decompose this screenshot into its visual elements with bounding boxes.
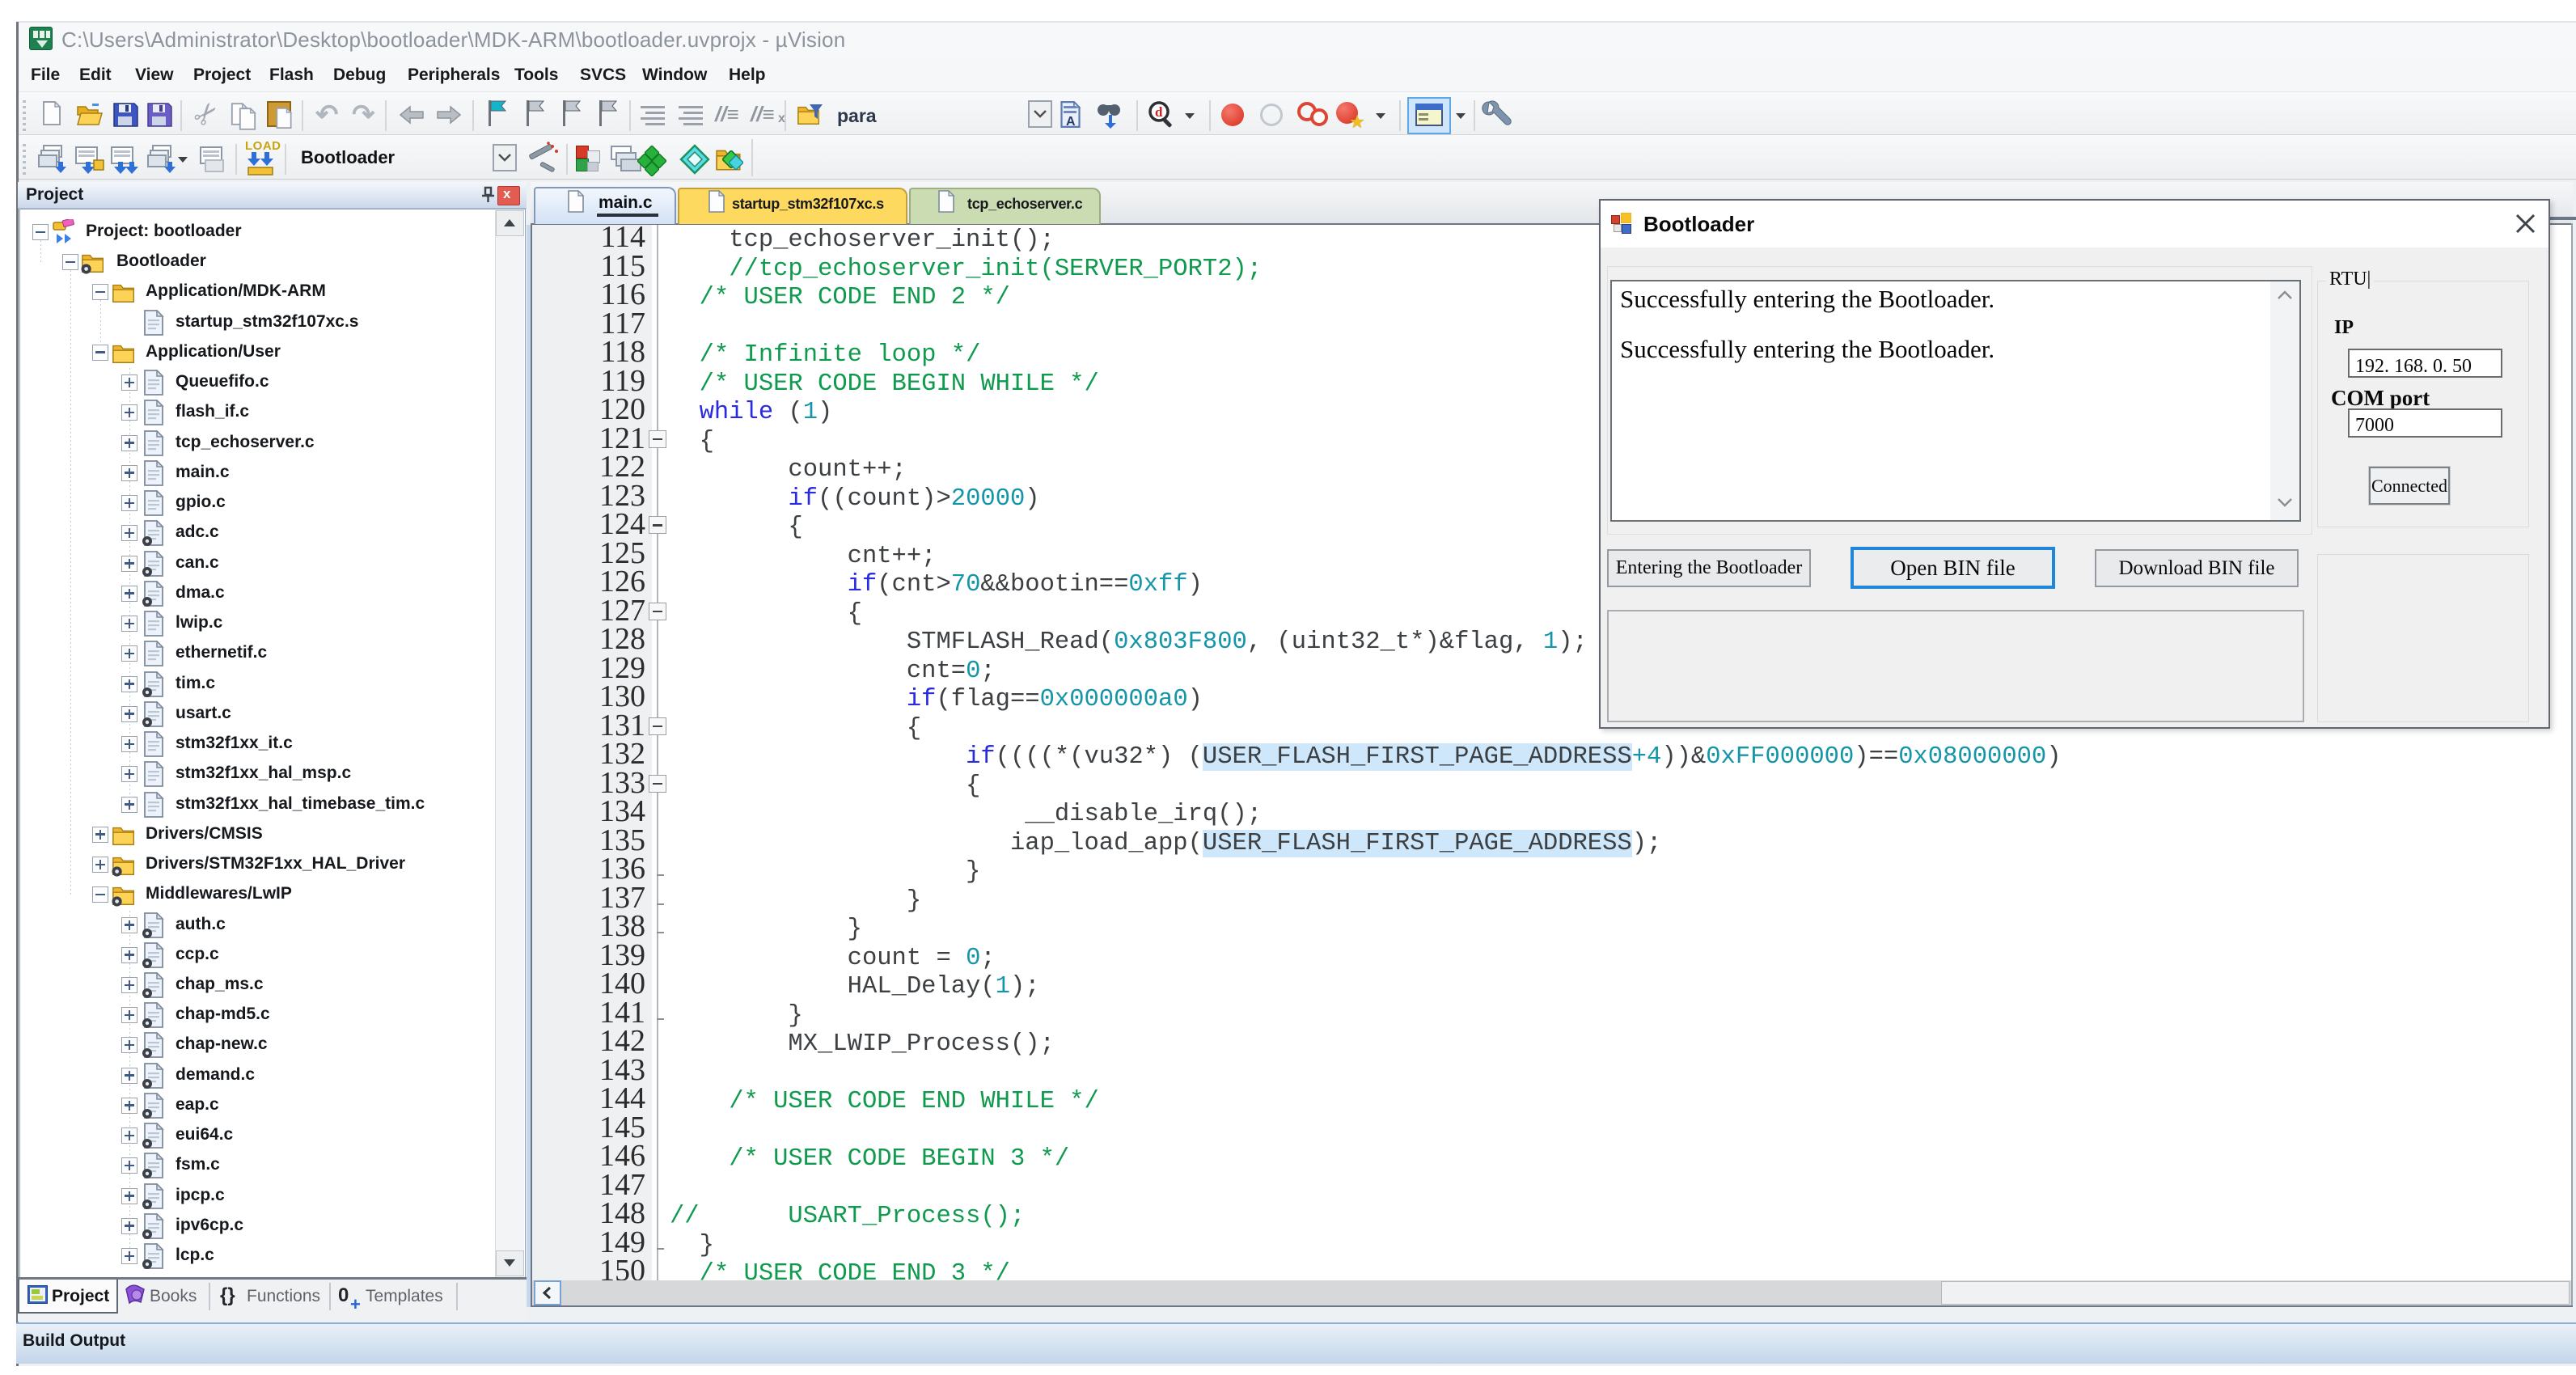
svg-text:d: d (1155, 104, 1163, 120)
